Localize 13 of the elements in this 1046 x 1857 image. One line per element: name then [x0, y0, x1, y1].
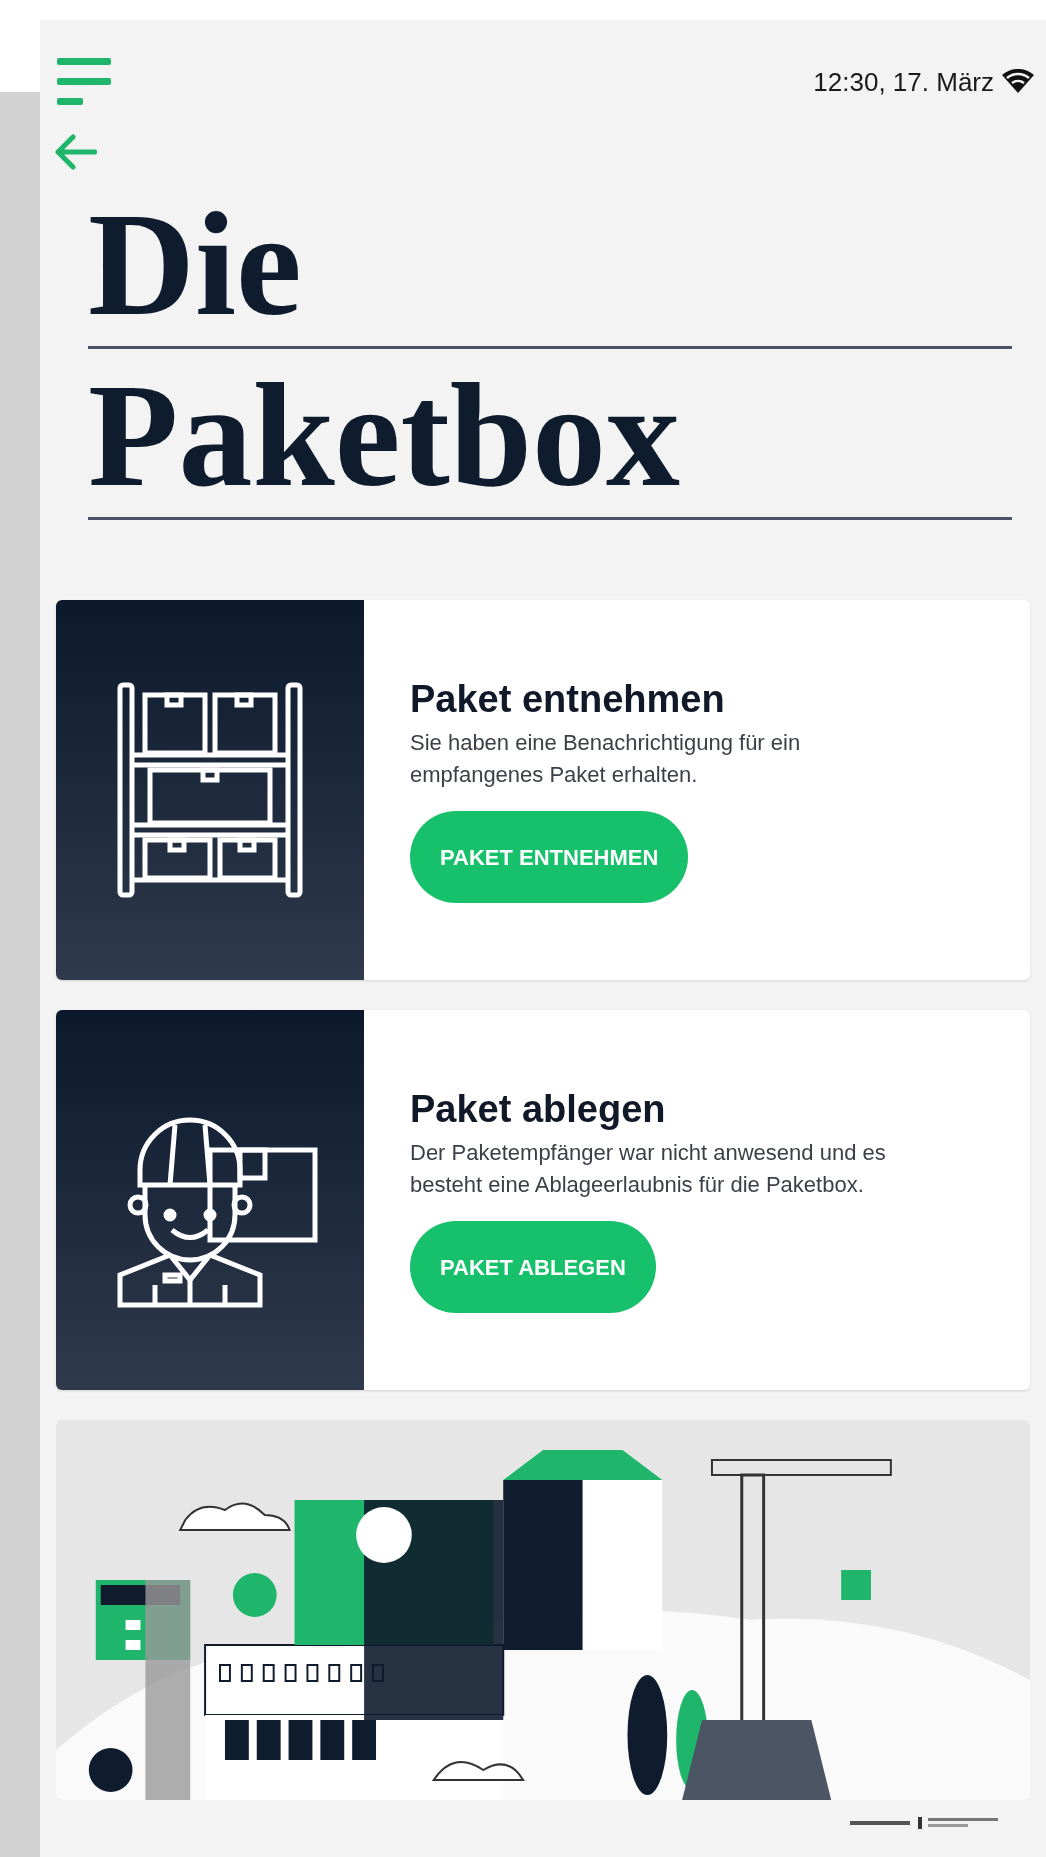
card-title: Paket entnehmen — [410, 677, 726, 721]
page-title: Die — [88, 181, 303, 348]
back-arrow-icon[interactable] — [55, 134, 97, 170]
card-description: Der Paketempfänger war nicht anwesend und es besteht eine Ablageerlaubnis für die Paketbox. — [410, 1139, 887, 1199]
status-time: 12:30, 17. März — [813, 65, 994, 99]
card-action-button[interactable]: PAKET ABLEGEN — [410, 1221, 656, 1313]
menu-icon[interactable] — [57, 58, 111, 106]
shelf-with-boxes-icon — [115, 680, 305, 900]
card-title: Paket ablegen — [410, 1087, 667, 1131]
wifi-icon — [1002, 69, 1034, 95]
card-description: Sie haben eine Benachrichtigung für ein empfangenes Paket erhalten. — [410, 729, 802, 789]
card-action-button[interactable]: PAKET ENTNEHMEN — [410, 811, 689, 903]
page-title: Paketbox — [88, 352, 681, 519]
